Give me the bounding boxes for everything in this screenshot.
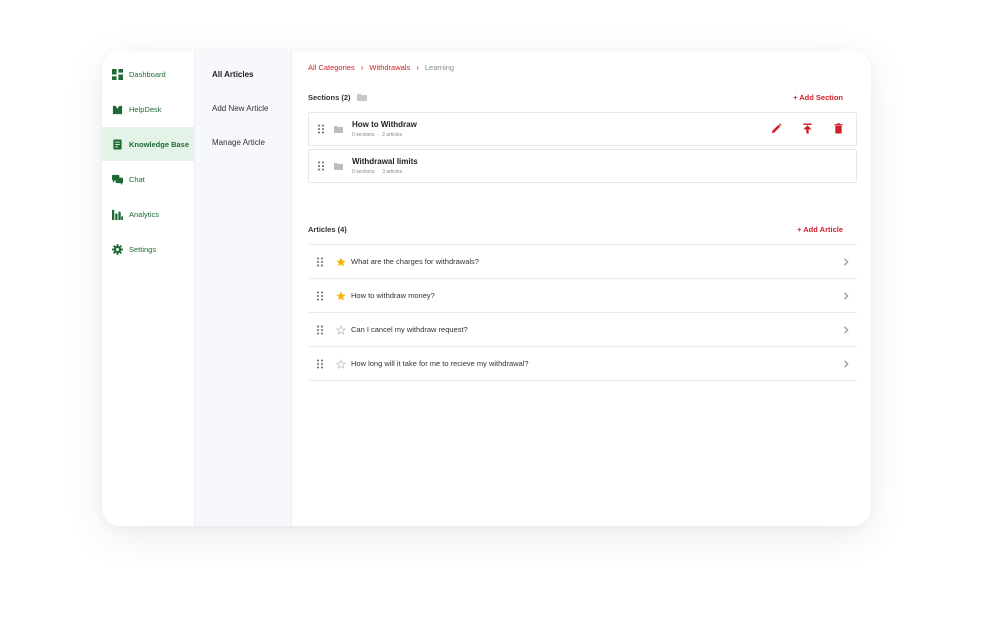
chevron-right-icon: › — [416, 62, 419, 72]
drag-handle-icon[interactable] — [316, 291, 324, 301]
nav-item-helpdesk[interactable]: HelpDesk — [102, 92, 194, 126]
drag-handle-icon[interactable] — [316, 325, 324, 335]
star-outline-icon[interactable] — [336, 324, 346, 335]
section-info: How to Withdraw 0 sections · 2 articles — [352, 120, 417, 138]
article-row[interactable]: Can I cancel my withdraw request? — [308, 313, 857, 347]
dashboard-icon — [112, 68, 123, 80]
section-count: 0 sections — [352, 132, 375, 138]
article-row[interactable]: What are the charges for withdrawals? — [308, 245, 857, 279]
section-name: Withdrawal limits — [352, 157, 418, 166]
chevron-right-icon[interactable] — [843, 326, 849, 334]
edit-icon[interactable] — [771, 123, 782, 134]
articles-header: Articles (4) + Add Article — [308, 223, 857, 235]
section-info: Withdrawal limits 0 sections · 3 articles — [352, 157, 418, 175]
breadcrumb-all-categories[interactable]: All Categories — [308, 63, 355, 72]
meta-separator: · — [377, 169, 380, 175]
nav-label: Analytics — [129, 209, 160, 219]
sections-header: Sections (2) + Add Section — [308, 91, 857, 103]
drag-handle-icon[interactable] — [316, 257, 324, 267]
main-sidebar: Dashboard HelpDesk Knowledge Base Chat A… — [102, 51, 194, 526]
helpdesk-icon — [112, 104, 123, 115]
sections-title: Sections (2) — [308, 92, 351, 102]
star-filled-icon[interactable] — [336, 257, 346, 267]
drag-handle-icon[interactable] — [317, 124, 325, 134]
nav-label: HelpDesk — [129, 104, 162, 114]
nav-label: Knowledge Base — [129, 139, 190, 149]
move-to-top-icon[interactable] — [802, 123, 813, 134]
sub-sidebar: All Articles Add New Article Manage Arti… — [194, 51, 292, 526]
article-title: Can I cancel my withdraw request? — [351, 325, 468, 334]
folder-icon — [334, 125, 343, 133]
chevron-right-icon: › — [360, 62, 364, 72]
nav-label: Dashboard — [129, 69, 166, 79]
section-actions — [771, 123, 844, 134]
gear-icon — [112, 243, 123, 255]
article-row[interactable]: How to withdraw money? — [308, 279, 857, 313]
section-row[interactable]: Withdrawal limits 0 sections · 3 articles — [308, 149, 857, 183]
article-title: How to withdraw money? — [351, 291, 435, 300]
nav-item-settings[interactable]: Settings — [102, 232, 194, 266]
subnav-item-add-new-article[interactable]: Add New Article — [195, 91, 291, 125]
nav-item-knowledge-base[interactable]: Knowledge Base — [102, 127, 194, 161]
meta-separator: · — [377, 132, 380, 138]
folder-icon — [356, 94, 367, 101]
nav-item-analytics[interactable]: Analytics — [102, 197, 194, 231]
main-content: All Categories › Withdrawals › Learning … — [292, 51, 871, 526]
subnav-item-manage-article[interactable]: Manage Article — [195, 125, 291, 159]
star-outline-icon[interactable] — [336, 358, 346, 369]
analytics-icon — [112, 209, 123, 220]
knowledge-base-icon — [112, 138, 123, 150]
breadcrumb: All Categories › Withdrawals › Learning — [308, 62, 857, 72]
chevron-right-icon[interactable] — [843, 360, 849, 368]
add-section-button[interactable]: + Add Section — [793, 93, 843, 102]
subnav-item-all-articles[interactable]: All Articles — [195, 57, 291, 91]
breadcrumb-current: Learning — [424, 62, 455, 72]
app-window: Dashboard HelpDesk Knowledge Base Chat A… — [102, 51, 871, 526]
section-count: 0 sections — [352, 169, 375, 175]
article-row[interactable]: How long will it take for me to recieve … — [308, 347, 857, 381]
drag-handle-icon[interactable] — [317, 161, 325, 171]
nav-item-dashboard[interactable]: Dashboard — [102, 57, 194, 91]
articles-title: Articles (4) — [308, 224, 347, 234]
article-count: 2 articles — [382, 132, 403, 138]
add-article-button[interactable]: + Add Article — [797, 225, 843, 234]
folder-icon — [334, 162, 343, 170]
nav-label: Settings — [129, 244, 157, 254]
article-title: What are the charges for withdrawals? — [351, 257, 479, 266]
section-meta: 0 sections · 3 articles — [352, 169, 418, 175]
breadcrumb-withdrawals[interactable]: Withdrawals — [369, 63, 410, 72]
nav-item-chat[interactable]: Chat — [102, 162, 194, 196]
delete-icon[interactable] — [833, 123, 844, 134]
chevron-right-icon[interactable] — [843, 292, 849, 300]
chevron-right-icon[interactable] — [843, 258, 849, 266]
article-count: 3 articles — [382, 169, 403, 175]
article-list: What are the charges for withdrawals? Ho… — [308, 244, 857, 381]
section-row[interactable]: How to Withdraw 0 sections · 2 articles — [308, 112, 857, 146]
sections-title-wrap: Sections (2) — [308, 93, 367, 102]
section-name: How to Withdraw — [352, 120, 417, 129]
article-title: How long will it take for me to recieve … — [351, 359, 529, 368]
chat-icon — [112, 174, 123, 185]
star-filled-icon[interactable] — [336, 291, 346, 301]
section-meta: 0 sections · 2 articles — [352, 132, 417, 138]
nav-label: Chat — [129, 174, 145, 184]
drag-handle-icon[interactable] — [316, 359, 324, 369]
